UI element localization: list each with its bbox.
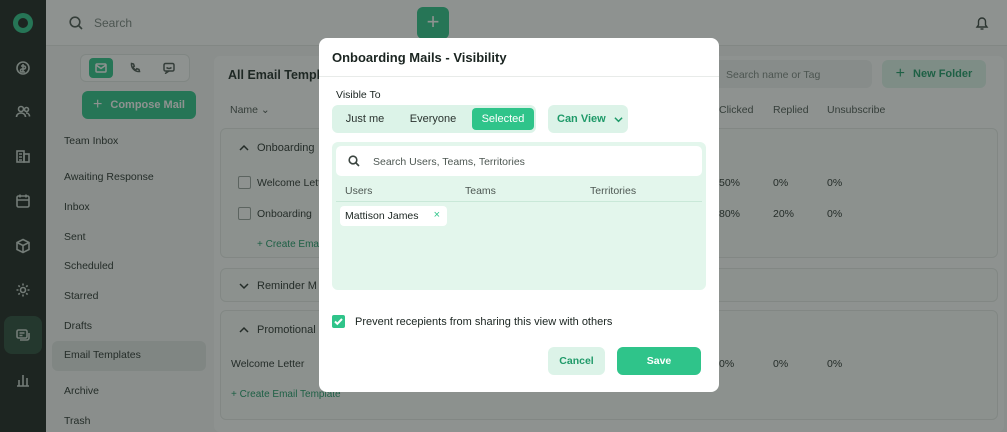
modal-divider [319,76,719,77]
check-icon [334,318,343,326]
segment-everyone[interactable]: Everyone [399,108,467,130]
save-button[interactable]: Save [617,347,701,375]
prevent-sharing-label[interactable]: Prevent recepients from sharing this vie… [355,316,612,328]
column-users: Users [345,185,373,197]
remove-chip-icon[interactable]: × [434,209,440,221]
permission-dropdown[interactable]: Can View [548,105,628,133]
cancel-button[interactable]: Cancel [548,347,605,375]
share-search-placeholder: Search Users, Teams, Territories [373,156,525,168]
chip-label: Mattison James [345,210,419,222]
selected-user-chip: Mattison James × [340,206,447,226]
share-search-input[interactable]: Search Users, Teams, Territories [336,146,702,176]
visibility-segmented-control: Just me Everyone Selected [332,105,536,133]
search-icon [348,155,360,167]
permission-label: Can View [557,113,606,125]
segment-selected[interactable]: Selected [472,108,534,130]
chevron-down-icon [614,116,623,122]
visibility-modal: Onboarding Mails - Visibility Visible To… [319,38,719,392]
prevent-sharing-checkbox[interactable] [332,315,345,328]
column-divider [336,201,702,202]
modal-title: Onboarding Mails - Visibility [332,50,507,65]
column-teams: Teams [465,185,496,197]
segment-just-me[interactable]: Just me [335,108,395,130]
visible-to-label: Visible To [336,89,381,101]
column-territories: Territories [590,185,637,197]
share-picker-panel: Search Users, Teams, Territories Users T… [332,142,706,290]
